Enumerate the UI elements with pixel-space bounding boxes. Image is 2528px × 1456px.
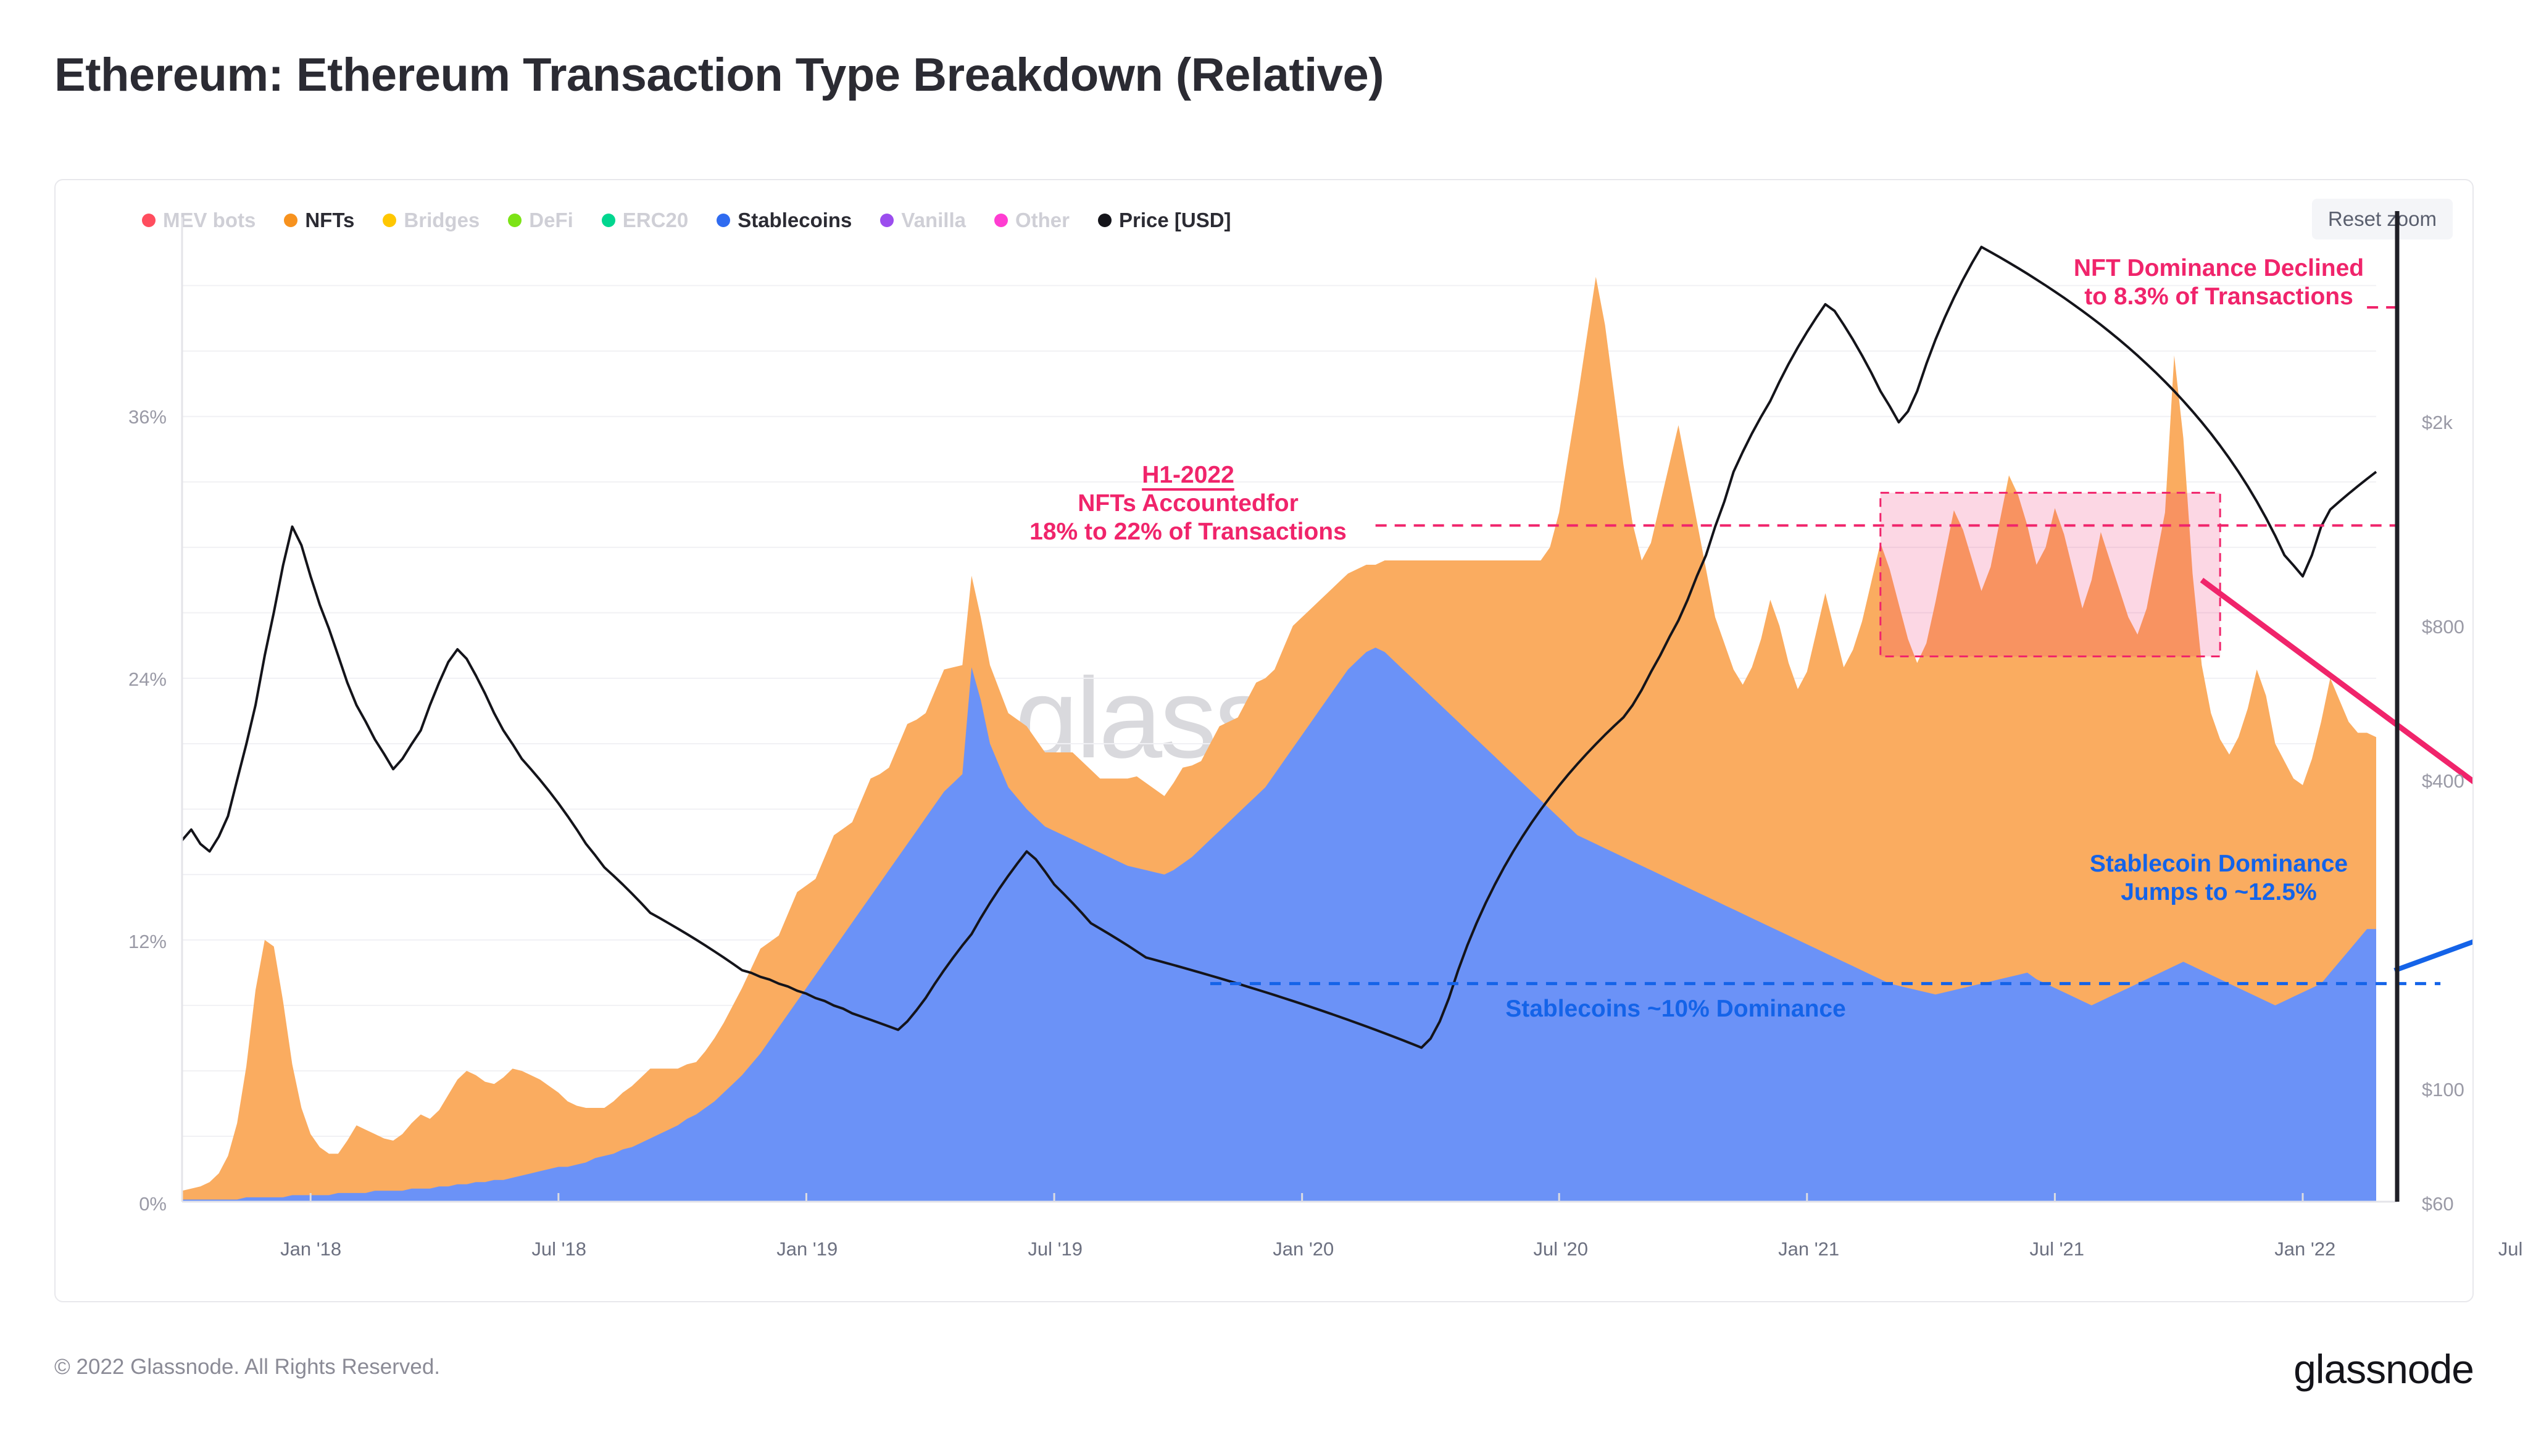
x-axis-tick: Jul '22: [2498, 1238, 2528, 1260]
y-axis-right-tick: $100: [2421, 1079, 2464, 1101]
y-axis-left-tick: 0%: [139, 1192, 167, 1215]
stablecoin-jump-arrow: [2393, 939, 2472, 973]
page-title: Ethereum: Ethereum Transaction Type Brea…: [54, 49, 1384, 101]
x-axis-tick: Jan '19: [776, 1238, 838, 1260]
x-axis-tick: Jan '20: [1273, 1238, 1334, 1260]
chart-svg: [181, 211, 2472, 1203]
chart-card: MEV bots NFTs Bridges DeFi ERC20 Stablecoins V…: [54, 179, 2528, 1302]
nft-highlight-box: [1879, 491, 2221, 657]
footer-logo: glassnode: [2293, 1346, 2474, 1392]
x-axis-tick: Jul '19: [1028, 1238, 1083, 1260]
x-axis-tick: Jan '21: [1778, 1238, 1840, 1260]
plot-area[interactable]: glassnode 0%12%24%36%$60$100$400$800$2kJ…: [56, 180, 2528, 1301]
footer-copyright: © 2022 Glassnode. All Rights Reserved.: [54, 1355, 441, 1379]
x-axis-tick: Jul '18: [531, 1238, 586, 1260]
y-axis-left-tick: 36%: [128, 406, 167, 428]
x-axis-tick: Jul '20: [1533, 1238, 1588, 1260]
y-axis-left-tick: 24%: [128, 668, 167, 690]
y-axis-right-tick: $60: [2421, 1192, 2454, 1215]
y-axis-left-tick: 12%: [128, 930, 167, 952]
x-axis-tick: Jan '22: [2274, 1238, 2336, 1260]
y-axis-right-tick: $400: [2421, 770, 2464, 792]
x-axis-tick: Jul '21: [2029, 1238, 2085, 1260]
y-axis-right-tick: $2k: [2421, 411, 2453, 433]
y-axis-right-tick: $800: [2421, 615, 2464, 638]
x-axis-tick: Jan '18: [280, 1238, 342, 1260]
